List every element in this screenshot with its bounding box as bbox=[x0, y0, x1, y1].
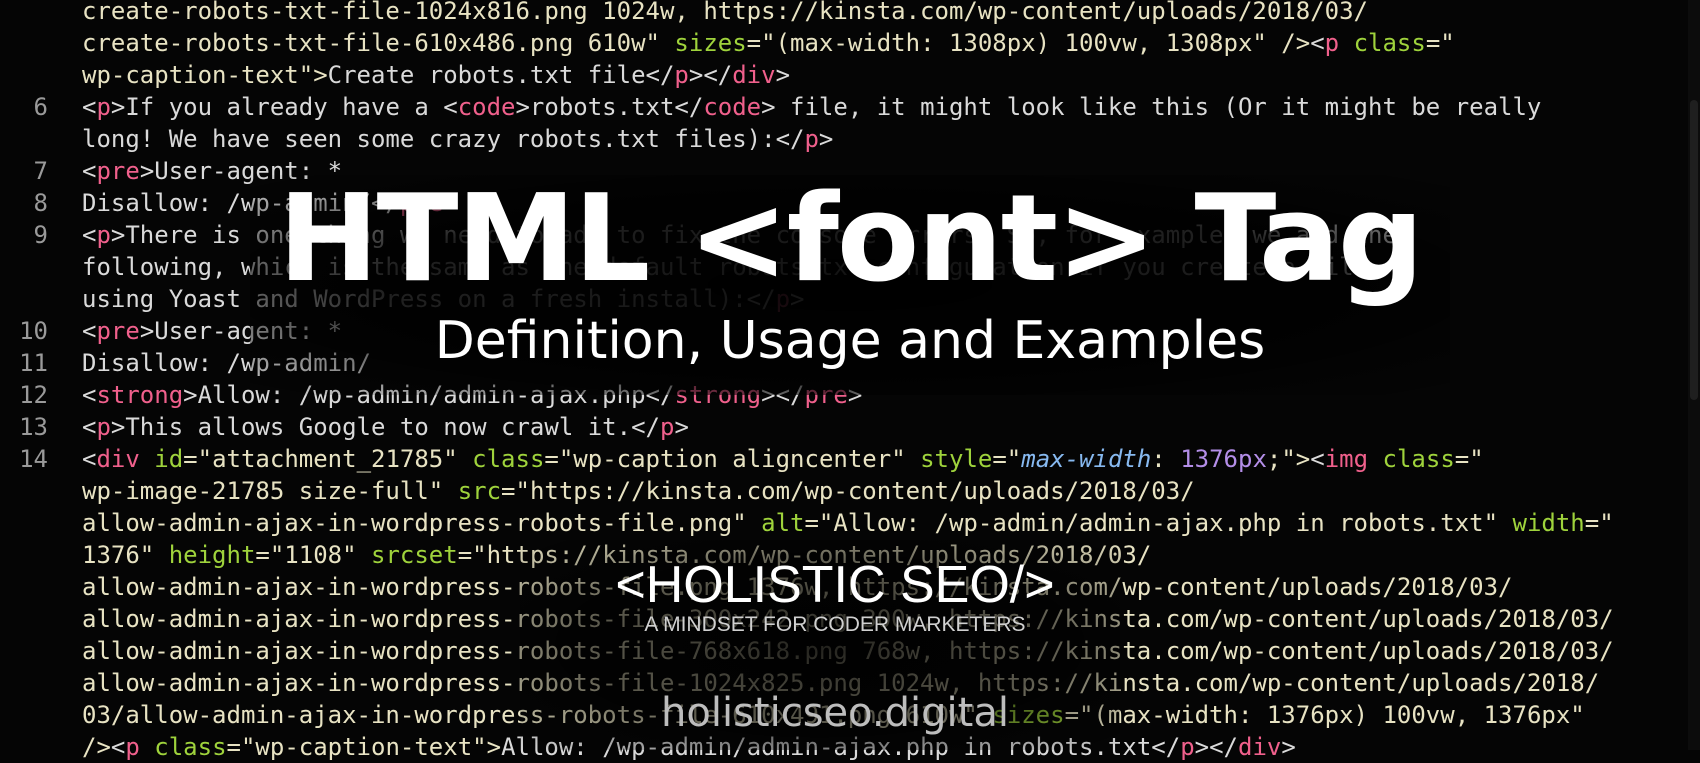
code-token: >If you already have a < bbox=[110, 93, 458, 121]
code-text: allow-admin-ajax-in-wordpress-robots-fil… bbox=[82, 507, 1614, 539]
code-token: sizes bbox=[674, 29, 747, 57]
code-token: div bbox=[732, 61, 776, 89]
code-token: strong bbox=[96, 381, 184, 409]
code-token: < bbox=[1310, 445, 1325, 473]
code-token: < bbox=[1310, 29, 1325, 57]
code-text: wp-caption-text">Create robots.txt file<… bbox=[82, 59, 790, 91]
code-token: >robots.txt</ bbox=[515, 93, 704, 121]
code-token: src bbox=[457, 477, 502, 505]
code-token: p bbox=[804, 125, 819, 153]
code-token: create-robots-txt-file-610x486.png 610w" bbox=[82, 29, 675, 57]
code-token: ></ bbox=[688, 61, 733, 89]
code-token: =" bbox=[1454, 445, 1484, 473]
code-token: img bbox=[1324, 445, 1369, 473]
code-token: : bbox=[1151, 445, 1181, 473]
page-subtitle: Definition, Usage and Examples bbox=[434, 311, 1266, 371]
line-number: 14 bbox=[19, 445, 48, 473]
code-token: > bbox=[818, 125, 834, 153]
line-number: 12 bbox=[19, 381, 48, 409]
code-token: < bbox=[82, 381, 97, 409]
code-token: alt bbox=[761, 509, 805, 537]
code-token: 1376px bbox=[1180, 445, 1267, 473]
code-token: < bbox=[82, 445, 97, 473]
code-token: > bbox=[674, 413, 689, 441]
code-text: wp-image-21785 size-full" src="https://k… bbox=[82, 475, 1195, 507]
code-token: =" bbox=[992, 445, 1022, 473]
brand-logo-text: <HOLISTIC SEO/> bbox=[615, 556, 1055, 614]
code-token: wp-caption-text"> bbox=[82, 61, 328, 89]
code-token: p bbox=[96, 93, 111, 121]
code-token: p bbox=[674, 61, 689, 89]
code-token: width bbox=[1512, 509, 1585, 537]
code-token: > file, it might look like this (Or it m… bbox=[761, 93, 1542, 121]
code-token: id bbox=[154, 445, 184, 473]
code-token: ="(max-width: 1308px) 100vw, 1308px" /> bbox=[746, 29, 1311, 57]
brand-tagline: A MINDSET FOR CODER MARKETERS bbox=[644, 613, 1026, 636]
code-token: p bbox=[96, 413, 111, 441]
code-token: wp-image-21785 size-full" bbox=[82, 477, 458, 505]
code-token: max-width bbox=[1021, 445, 1152, 473]
code-text: long! We have seen some crazy robots.txt… bbox=[82, 123, 833, 155]
code-token: long! We have seen some crazy robots.txt… bbox=[82, 125, 805, 153]
line-number: 13 bbox=[19, 413, 48, 441]
page-title: HTML <font> Tag bbox=[278, 170, 1424, 309]
code-token: < bbox=[82, 93, 97, 121]
code-token: code bbox=[457, 93, 516, 121]
code-token: p bbox=[1324, 29, 1340, 57]
code-token: div bbox=[96, 445, 140, 473]
code-token: class bbox=[1382, 445, 1455, 473]
code-text: <p>If you already have a <code>robots.tx… bbox=[82, 91, 1541, 123]
code-token: code bbox=[703, 93, 762, 121]
code-token: ="wp-caption aligncenter" bbox=[544, 445, 921, 473]
code-text: <div id="attachment_21785" class="wp-cap… bbox=[82, 443, 1484, 475]
code-token: > bbox=[775, 61, 791, 89]
code-token: Create robots.txt file</ bbox=[327, 61, 675, 89]
code-text: create-robots-txt-file-1024x816.png 1024… bbox=[82, 0, 1368, 27]
code-token: < bbox=[82, 413, 97, 441]
code-token: =" bbox=[1425, 29, 1455, 57]
line-number: 6 bbox=[33, 93, 48, 121]
code-token: allow-admin-ajax-in-wordpress-robots-fil… bbox=[82, 509, 762, 537]
code-token: ="Allow: /wp-admin/admin-ajax.php in rob… bbox=[804, 509, 1513, 537]
code-token: ;"> bbox=[1266, 445, 1311, 473]
code-token: create-robots-txt-file-1024x816.png 1024… bbox=[82, 0, 1368, 25]
code-text: create-robots-txt-file-610x486.png 610w"… bbox=[82, 27, 1455, 59]
code-token: ="attachment_21785" bbox=[183, 445, 473, 473]
code-token: =" bbox=[1584, 509, 1614, 537]
code-text: <p>This allows Google to now crawl it.</… bbox=[82, 411, 689, 443]
code-token: style bbox=[920, 445, 993, 473]
code-token: >This allows Google to now crawl it.</ bbox=[110, 413, 660, 441]
code-token: class bbox=[472, 445, 545, 473]
code-token: ="https://kinsta.com/wp-content/uploads/… bbox=[501, 477, 1195, 505]
site-url: holisticseo.digital bbox=[661, 690, 1009, 736]
code-token: p bbox=[659, 413, 675, 441]
code-token: class bbox=[1353, 29, 1426, 57]
